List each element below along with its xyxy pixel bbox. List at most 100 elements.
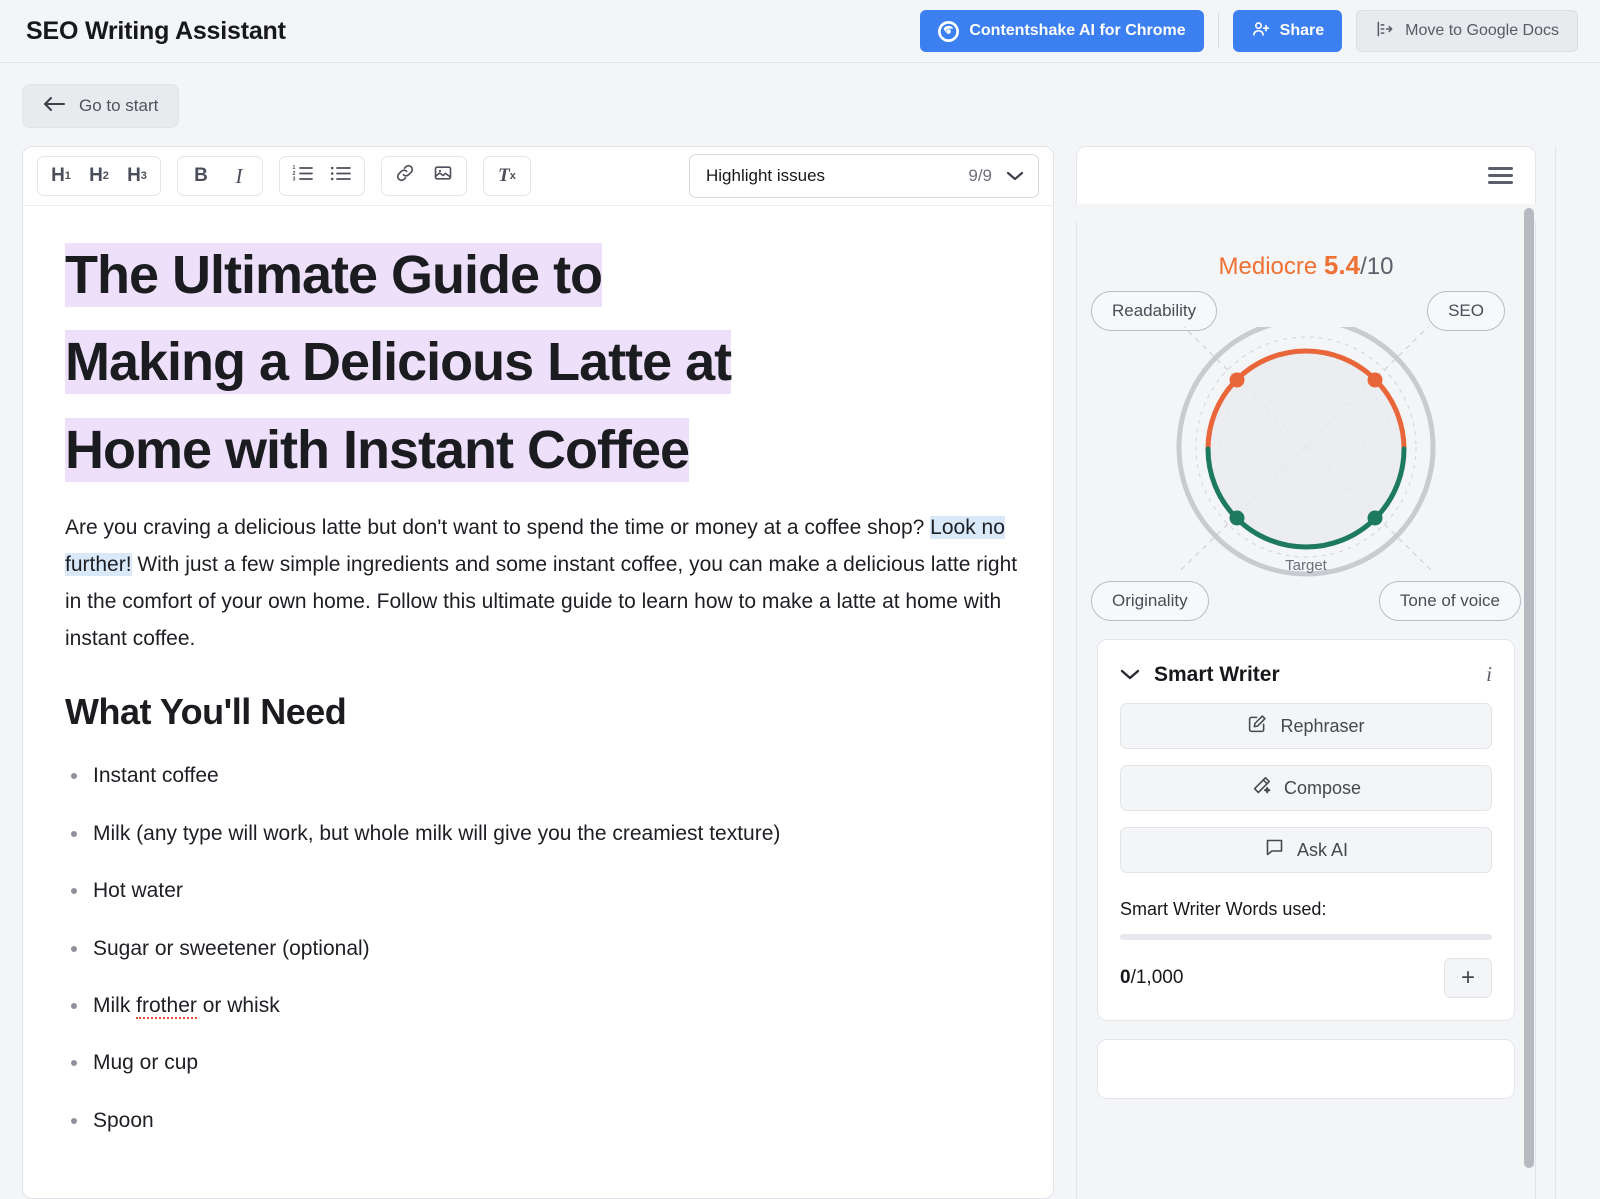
header-divider <box>1217 13 1219 49</box>
arrow-left-icon <box>43 96 65 117</box>
go-to-start-button[interactable]: Go to start <box>22 84 180 128</box>
image-button[interactable] <box>424 160 462 192</box>
document-intro-paragraph: Are you craving a delicious latte but do… <box>65 510 1019 657</box>
compose-label: Compose <box>1283 777 1362 798</box>
h2-label: H <box>89 165 103 186</box>
h3-button[interactable]: H3 <box>118 160 156 192</box>
document-title-line-2: Making a Delicious Latte at <box>65 330 732 395</box>
subbar: Go to start <box>0 63 1600 128</box>
h3-sub: 3 <box>140 170 147 182</box>
menu-icon[interactable] <box>1488 167 1513 184</box>
panel-scrollbar[interactable] <box>1524 208 1534 1199</box>
words-row: 0/1,000 + <box>1120 958 1492 998</box>
link-button[interactable] <box>386 160 424 192</box>
words-used-label: Smart Writer Words used: <box>1120 899 1327 919</box>
h1-label: H <box>51 165 65 186</box>
bold-button[interactable]: B <box>182 160 220 192</box>
italic-button[interactable]: I <box>220 160 258 192</box>
magic-wand-icon <box>1251 775 1272 801</box>
highlight-issues-dropdown[interactable]: Highlight issues 9/9 <box>689 154 1039 198</box>
smart-writer-title: Smart Writer <box>1154 662 1280 686</box>
requirements-list: Instant coffee Milk (any type will work,… <box>65 761 1019 1135</box>
list-item: Hot water <box>65 876 1019 905</box>
list-item: Sugar or sweetener (optional) <box>65 934 1019 963</box>
editor-panel: H1 H2 H3 B I 1 2 3 T x Highlight issues … <box>22 146 1054 1199</box>
document-title-line-1: The Ultimate Guide to <box>65 243 603 307</box>
person-add-icon <box>1251 19 1271 44</box>
pill-tone-of-voice[interactable]: Tone of voice <box>1378 581 1521 621</box>
chevron-down-icon[interactable] <box>1120 668 1140 681</box>
share-button[interactable]: Share <box>1232 10 1343 52</box>
bullet-list-icon <box>330 164 352 189</box>
rephraser-button[interactable]: Rephraser <box>1120 703 1492 749</box>
document-title-line-3: Home with Instant Coffee <box>65 417 690 482</box>
italic-label: I <box>235 163 243 188</box>
scrollbar-thumb[interactable] <box>1524 208 1534 1168</box>
clear-formatting-button[interactable]: Tx <box>488 160 526 192</box>
sidebar-panel: Mediocre 5.4/10 Readability SEO Original… <box>1076 146 1556 1199</box>
h2-button[interactable]: H2 <box>80 160 118 192</box>
numbered-list-icon: 1 2 3 <box>292 164 314 189</box>
compose-button[interactable]: Compose <box>1120 765 1492 811</box>
words-limit-value: /1,000 <box>1130 967 1184 988</box>
highlight-issues-label: Highlight issues <box>706 166 826 185</box>
main-area: H1 H2 H3 B I 1 2 3 T x Highlight issues … <box>0 128 1600 1199</box>
clear-format-group: Tx <box>483 156 531 196</box>
export-arrow-icon <box>1375 19 1395 44</box>
list-group: 1 2 3 <box>279 156 365 196</box>
score-max: /10 <box>1360 253 1394 280</box>
rephraser-label: Rephraser <box>1280 715 1365 736</box>
app-header: SEO Writing Assistant Contentshake AI fo… <box>0 0 1600 63</box>
go-to-start-label: Go to start <box>79 96 159 115</box>
words-progress-bar <box>1120 934 1492 940</box>
target-label: Target <box>1285 557 1327 574</box>
overall-score: Mediocre 5.4/10 <box>1077 250 1535 281</box>
radar-svg <box>1176 327 1436 577</box>
contentshake-ai-label: Contentshake AI for Chrome <box>969 22 1186 39</box>
document-content[interactable]: The Ultimate Guide to Making a Delicious… <box>23 206 1053 1198</box>
spellcheck-word: frother <box>136 993 197 1019</box>
pill-readability[interactable]: Readability <box>1091 291 1218 331</box>
page-title: SEO Writing Assistant <box>26 16 286 45</box>
h3-label: H <box>127 165 141 186</box>
ordered-list-button[interactable]: 1 2 3 <box>284 160 322 192</box>
panel-rail <box>1555 146 1556 1199</box>
insert-group <box>381 156 467 196</box>
words-used-value: 0 <box>1120 967 1131 988</box>
h1-sub: 1 <box>64 170 71 182</box>
link-icon <box>394 163 416 189</box>
bullet-list-button[interactable] <box>322 160 360 192</box>
section-heading: What You'll Need <box>65 691 347 733</box>
clear-format-label: T <box>498 165 510 186</box>
editor-toolbar: H1 H2 H3 B I 1 2 3 T x Highlight issues … <box>23 147 1053 206</box>
score-value: 5.4 <box>1323 250 1361 280</box>
score-radar-chart: Readability SEO Originality Tone of voic… <box>1077 291 1535 621</box>
bold-label: B <box>194 165 208 186</box>
pencil-square-icon <box>1247 713 1268 739</box>
frother-pre: Milk <box>93 993 137 1017</box>
heading-group: H1 H2 H3 <box>37 156 161 196</box>
list-item: Instant coffee <box>65 761 1019 790</box>
move-to-google-docs-button[interactable]: Move to Google Docs <box>1356 10 1578 52</box>
info-icon[interactable]: i <box>1486 662 1492 687</box>
h1-button[interactable]: H1 <box>42 160 80 192</box>
svg-text:3: 3 <box>293 176 296 182</box>
contentshake-ai-button[interactable]: Contentshake AI for Chrome <box>920 10 1204 52</box>
chevron-down-icon <box>1006 170 1024 182</box>
chrome-icon <box>938 20 960 42</box>
frother-post: or whisk <box>196 993 280 1017</box>
chat-bubble-icon <box>1264 837 1285 863</box>
intro-text-1: Are you craving a delicious latte but do… <box>65 516 931 540</box>
share-label: Share <box>1279 22 1325 39</box>
words-count: 0/1,000 <box>1120 967 1183 989</box>
panel-header <box>1076 146 1536 204</box>
pill-originality[interactable]: Originality <box>1091 581 1209 621</box>
ask-ai-label: Ask AI <box>1296 839 1349 860</box>
list-item: Milk (any type will work, but whole milk… <box>65 819 1019 848</box>
pill-seo[interactable]: SEO <box>1427 291 1505 331</box>
move-to-google-docs-label: Move to Google Docs <box>1405 22 1559 39</box>
add-words-button[interactable]: + <box>1444 958 1492 998</box>
list-item-milk-frother: Milk frother or whisk <box>65 991 1019 1020</box>
ask-ai-button[interactable]: Ask AI <box>1120 827 1492 873</box>
header-actions: Contentshake AI for Chrome Share Move to… <box>920 10 1578 52</box>
